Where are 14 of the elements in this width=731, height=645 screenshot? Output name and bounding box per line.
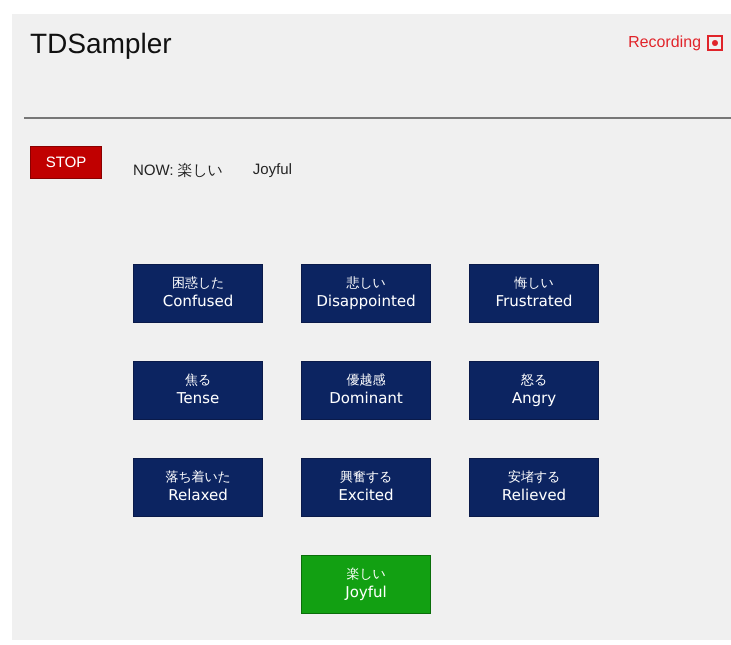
emotion-button[interactable]: 興奮する Excited bbox=[301, 458, 431, 517]
current-emotion-english: Joyful bbox=[252, 161, 292, 178]
stop-button[interactable]: STOP bbox=[30, 146, 102, 179]
emotion-button[interactable]: 怒る Angry bbox=[469, 361, 599, 420]
emotion-button[interactable]: 焦る Tense bbox=[133, 361, 263, 420]
emotion-button[interactable]: 困惑した Confused bbox=[133, 264, 263, 323]
emotion-button[interactable]: 安堵する Relieved bbox=[469, 458, 599, 517]
emotion-button[interactable]: 悲しい Disappointed bbox=[301, 264, 431, 323]
emotion-button[interactable]: 悔しい Frustrated bbox=[469, 264, 599, 323]
emotion-button[interactable]: 落ち着いた Relaxed bbox=[133, 458, 263, 517]
recording-label: Recording bbox=[628, 34, 701, 52]
app-title: TDSampler bbox=[30, 28, 172, 60]
emotion-button[interactable]: 優越感 Dominant bbox=[301, 361, 431, 420]
current-emotion-label: NOW: 楽しい bbox=[133, 161, 223, 180]
